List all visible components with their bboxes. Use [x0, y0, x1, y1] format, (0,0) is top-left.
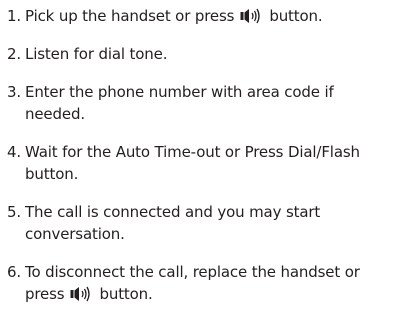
step-text: Wait for the Auto Time-out or Press Dial… [25, 141, 417, 185]
speakerphone-icon [240, 8, 262, 24]
step-line: conversation. [25, 225, 125, 243]
step-text: Enter the phone number with area code if… [25, 81, 417, 125]
step-text-part: button. [269, 7, 323, 25]
step-line: To disconnect the call, replace the hand… [25, 263, 360, 281]
step-number: 6. [7, 263, 22, 281]
step-line: Wait for the Auto Time-out or Press Dial… [25, 143, 360, 161]
step-text-part: press [25, 285, 65, 303]
step-number: 4. [7, 143, 22, 161]
step-text: The call is connected and you may start … [25, 201, 417, 245]
step-line: Enter the phone number with area code if [25, 83, 334, 101]
step-line: needed. [25, 105, 85, 123]
step-text-part: button. [99, 285, 153, 303]
step-line: button. [25, 165, 79, 183]
step-line: Pick up the handset or press button. [25, 5, 417, 27]
step-text: Pick up the handset or press button. [25, 5, 417, 27]
step-line: Listen for dial tone. [25, 45, 168, 63]
step-line: press button. [25, 283, 417, 305]
step-line: The call is connected and you may start [25, 203, 321, 221]
step-number: 3. [7, 83, 22, 101]
step-text: Listen for dial tone. [25, 43, 417, 65]
step-number: 1. [7, 7, 22, 25]
step-text: To disconnect the call, replace the hand… [25, 261, 417, 305]
speakerphone-icon [70, 286, 92, 302]
step-number: 5. [7, 203, 22, 221]
step-number: 2. [7, 45, 22, 63]
step-text-part: Pick up the handset or press [25, 7, 235, 25]
